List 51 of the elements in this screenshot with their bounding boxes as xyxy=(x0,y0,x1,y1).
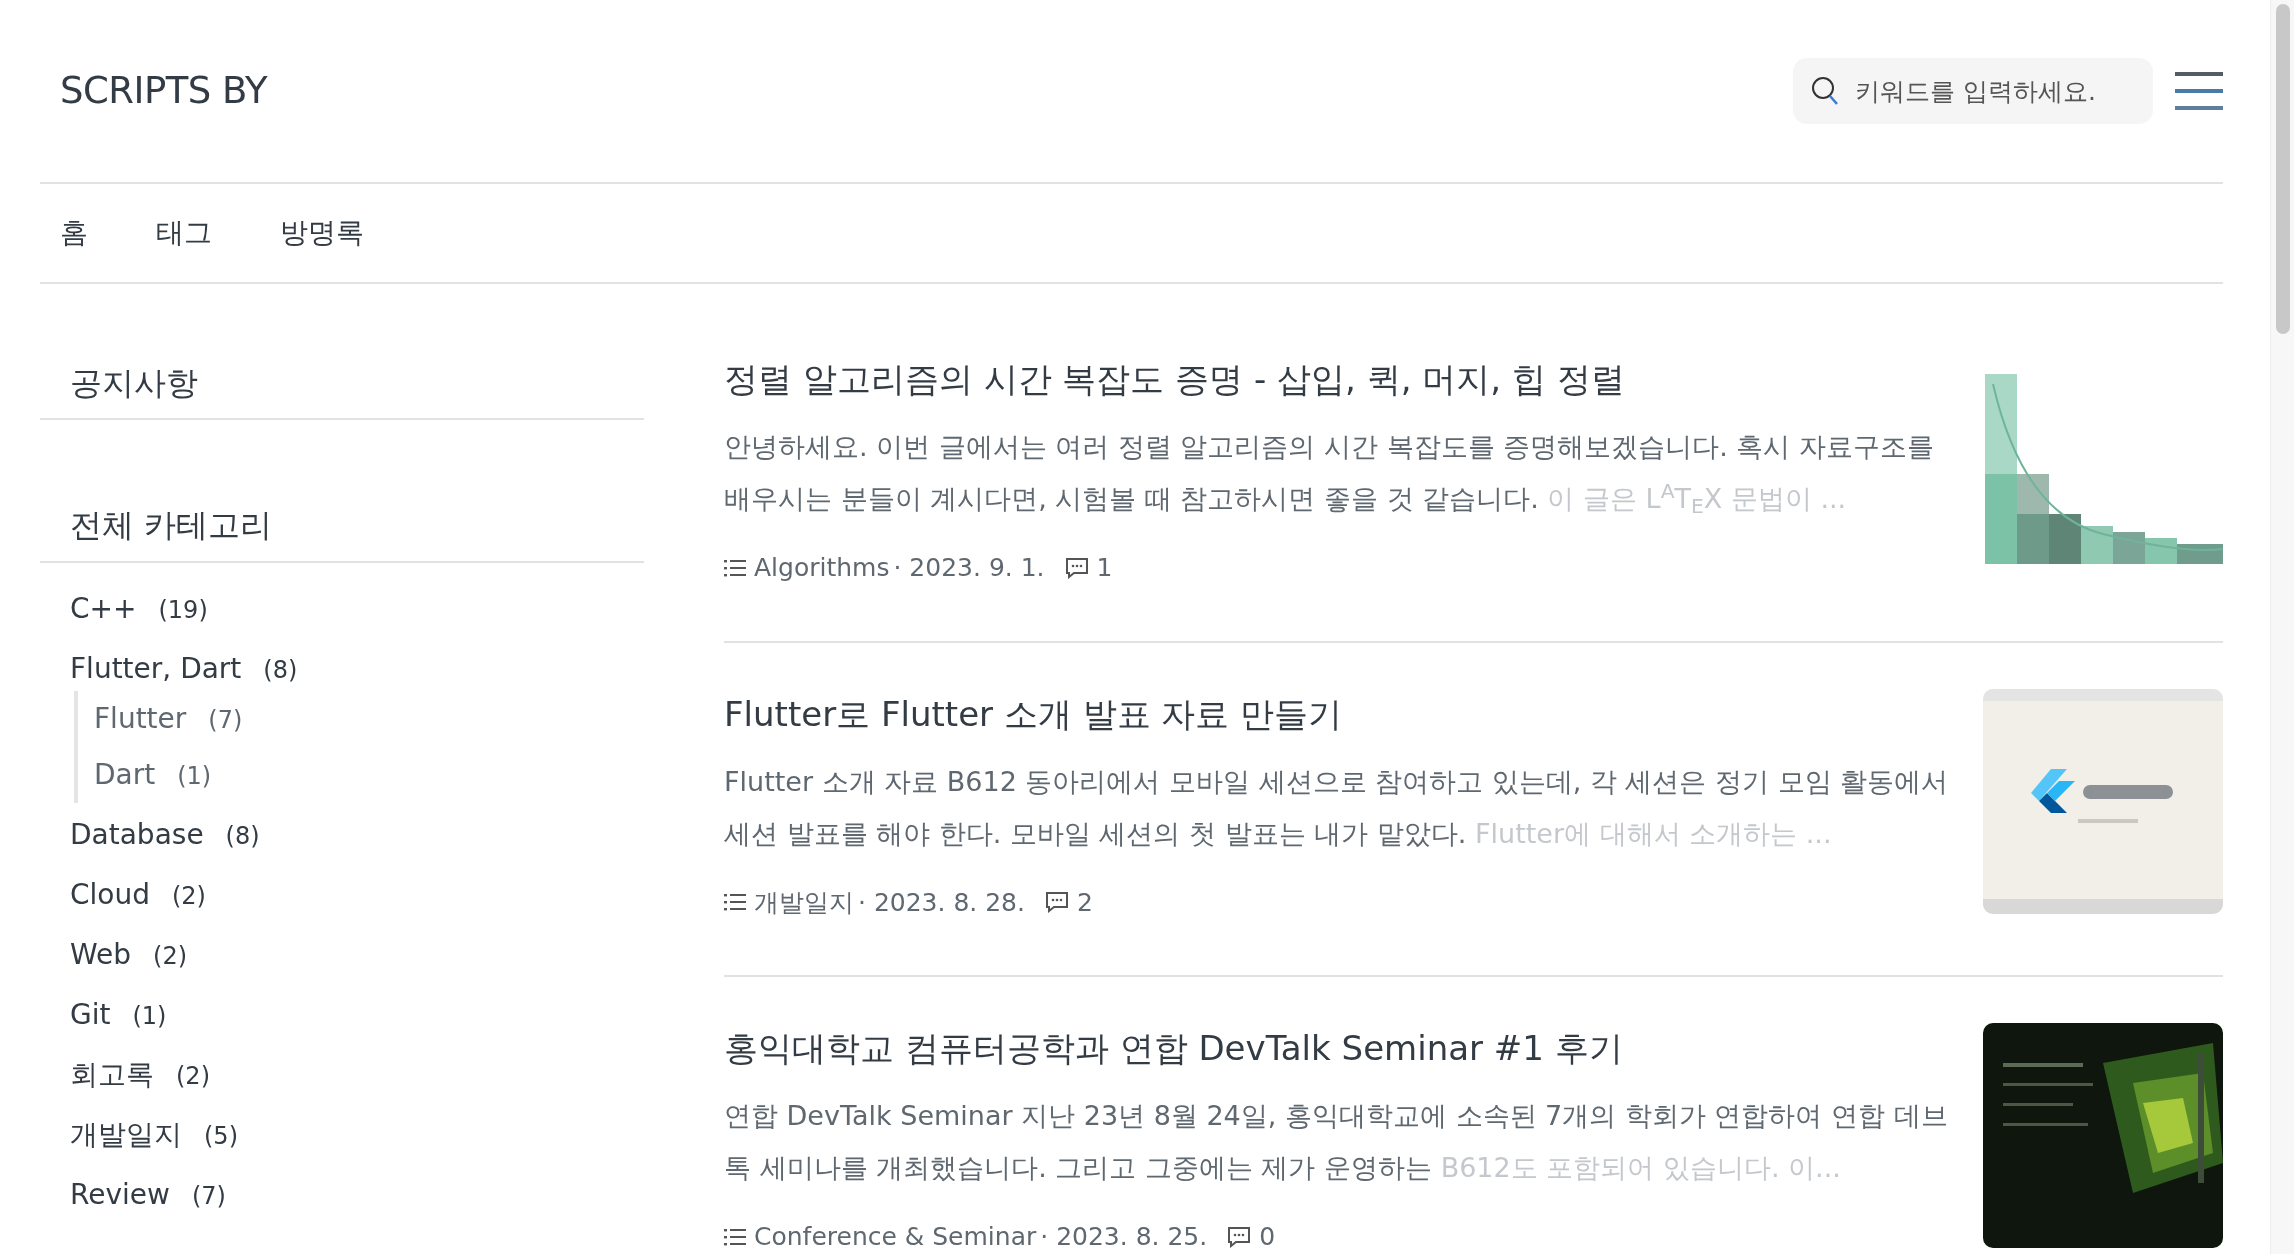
category-count: (8) xyxy=(263,654,298,686)
blog-logo[interactable]: SCRIPTS BY xyxy=(40,63,268,119)
category-link[interactable]: Git xyxy=(70,984,111,1045)
menu-icon[interactable] xyxy=(2175,72,2223,110)
category-link[interactable]: Review xyxy=(70,1164,170,1225)
nav-link[interactable]: 태그 xyxy=(156,212,212,254)
category-count: (2) xyxy=(176,1060,210,1092)
category-count: (19) xyxy=(158,594,208,626)
search-field[interactable]: 키워드를 입력하세요. xyxy=(1793,58,2153,124)
list-icon xyxy=(724,558,746,577)
category-count: (5) xyxy=(204,1120,238,1152)
search-icon xyxy=(1811,76,1839,106)
category-link[interactable]: 개발일지 xyxy=(754,883,854,921)
category-count: (2) xyxy=(172,880,206,912)
post-date: · 2023. 9. 1. xyxy=(893,552,1045,584)
list-icon xyxy=(724,1227,746,1246)
category-link[interactable]: Cloud xyxy=(70,864,150,925)
category-count: (1) xyxy=(132,1000,167,1032)
category-count: (7) xyxy=(208,704,243,736)
post-excerpt: Flutter 소개 자료 B612 동아리에서 모바일 세션으로 참여하고 있는데, 각 세션은 정기 모임 활동에서 세션 발표를 해야 한다. 모바일 세션의 첫 발표는 내가 맡았다. Flutter에 대해서 소개하는 ... xyxy=(724,764,1950,851)
category-link[interactable]: Dart xyxy=(94,746,156,803)
sidebar-heading: 공지사항 xyxy=(69,364,199,403)
post-title[interactable]: 정렬 알고리즘의 시간 복잡도 증명 - 삽입, 퀵, 머지, 힙 정렬 xyxy=(724,354,1953,405)
category-link[interactable]: Algorithms xyxy=(754,549,890,587)
comment-count: 0 xyxy=(1259,1221,1276,1253)
comment-count: 2 xyxy=(1076,886,1093,919)
sidebar-heading: 전체 카테고리 xyxy=(69,506,274,545)
list-icon xyxy=(724,893,746,912)
post-title[interactable]: 홍익대학교 컴퓨터공학과 연합 DevTalk Seminar #1 후기 xyxy=(724,1023,1953,1074)
category-count: (7) xyxy=(191,1180,226,1212)
category-link[interactable]: 회고록 xyxy=(70,1044,154,1105)
nav-link[interactable]: 홈 xyxy=(60,212,88,254)
comment-icon xyxy=(1064,556,1089,579)
category-link[interactable]: Conference & Seminar xyxy=(754,1218,1037,1254)
post-date: · 2023. 8. 25. xyxy=(1040,1221,1208,1253)
comment-icon xyxy=(1044,891,1069,914)
nav-link[interactable]: 방명록 xyxy=(280,212,364,254)
category-link[interactable]: Database xyxy=(70,804,204,865)
category-link[interactable]: Web xyxy=(70,924,132,985)
post-date: · 2023. 8. 28. xyxy=(858,886,1025,919)
post-title[interactable]: Flutter로 Flutter 소개 발표 자료 만들기 xyxy=(724,688,1953,740)
post-excerpt: 안녕하세요. 이번 글에서는 여러 정렬 알고리즘의 시간 복잡도를 증명해보겠습니다. 혹시 자료구조를 배우시는 분들이 계시다면, 시험볼 때 참고하시면 좋을 것 같습니다. 이 글은 L$^{A}$T$_{E}$X 문법이 ... xyxy=(724,430,1935,521)
comment-icon xyxy=(1227,1225,1252,1248)
category-link[interactable]: 개발일지 xyxy=(70,1104,182,1165)
comment-count: 1 xyxy=(1096,552,1113,584)
category-count: (8) xyxy=(225,820,260,852)
category-count: (2) xyxy=(153,940,188,972)
category-count: (1) xyxy=(177,760,212,792)
category-link[interactable]: C++ xyxy=(70,578,137,639)
post-excerpt: 연합 DevTalk Seminar 지난 23년 8월 24일, 홍익대학교에 소속된 7개의 학회가 연합하여 연합 데브톡 세미나를 개최했습니다. 그리고 그중에는 제가 운영하는 B612도 포함되어 있습니다. 이... xyxy=(724,1099,1949,1185)
scrollbar[interactable] xyxy=(2276,4,2290,334)
